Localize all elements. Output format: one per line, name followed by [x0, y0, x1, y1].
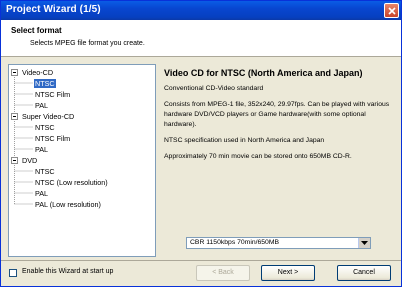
cancel-button[interactable]: Cancel [337, 265, 391, 281]
tree-item-label: DVD [22, 156, 38, 165]
tree-item[interactable]: NTSC [34, 78, 56, 89]
enable-wizard-label: Enable this Wizard at start up [22, 268, 114, 275]
tree-item-label: PAL [35, 101, 49, 110]
format-title: Video CD for NTSC (North America and Jap… [164, 68, 363, 78]
title-bar[interactable]: Project Wizard (1/5) [1, 1, 401, 20]
window-title: Project Wizard (1/5) [6, 4, 101, 15]
tree-item-label: NTSC Film [35, 90, 71, 99]
project-wizard-window: Project Wizard (1/5) Select format Selec… [0, 0, 402, 287]
description-line: Conventional CD-Video standard [164, 85, 264, 92]
tree-item-label: NTSC (Low resolution) [35, 178, 108, 187]
tree-item[interactable]: NTSC Film [34, 133, 71, 144]
enable-wizard-checkbox[interactable] [9, 269, 17, 277]
tree-item[interactable]: NTSC (Low resolution) [34, 177, 109, 188]
collapse-icon[interactable] [11, 69, 18, 76]
tree-item[interactable]: PAL (Low resolution) [34, 199, 102, 210]
next-button[interactable]: Next > [261, 265, 315, 281]
tree-item[interactable]: PAL [34, 188, 49, 199]
tree-item[interactable]: NTSC [34, 166, 56, 177]
tree-item[interactable]: NTSC Film [34, 89, 71, 100]
tree-item[interactable]: Super Video-CD [21, 111, 75, 122]
description-line: Consists from MPEG-1 file, 352x240, 29.9… [164, 101, 390, 128]
tree-item[interactable]: PAL [34, 100, 49, 111]
step-subtitle: Selects MPEG file format you create. [30, 40, 145, 47]
description-line: NTSC specification used in North America… [164, 137, 325, 144]
description-line: Approximately 70 min movie can be stored… [164, 153, 352, 160]
back-button[interactable]: < Back [196, 265, 250, 281]
tree-item-label: NTSC Film [35, 134, 71, 143]
close-icon [388, 7, 396, 15]
tree-item-label: PAL [35, 189, 49, 198]
collapse-icon[interactable] [11, 113, 18, 120]
tree-item-label: NTSC [35, 123, 55, 132]
tree-item-label: PAL (Low resolution) [35, 200, 101, 209]
tree-item[interactable]: DVD [21, 155, 38, 166]
tree-item-label: Super Video-CD [22, 112, 75, 121]
tree-item[interactable]: Video-CD [21, 67, 54, 78]
chevron-down-icon [361, 241, 368, 245]
tree-item-label: NTSC [35, 167, 55, 176]
close-button[interactable] [384, 3, 399, 18]
collapse-icon[interactable] [11, 157, 18, 164]
tree-item[interactable]: PAL [34, 144, 49, 155]
dropdown-button[interactable] [358, 238, 370, 248]
tree-item-label: Video-CD [22, 68, 54, 77]
tree-item-label: PAL [35, 145, 49, 154]
format-description-panel: Video CD for NTSC (North America and Jap… [164, 64, 394, 257]
format-tree[interactable]: Video-CD NTSC NTSC Film PAL Super Video-CD NT… [8, 64, 156, 257]
header-panel: Select format Selects MPEG file format y… [1, 20, 401, 57]
step-title: Select format [11, 26, 62, 35]
tree-item-label: NTSC [34, 79, 56, 88]
tree-item[interactable]: NTSC [34, 122, 56, 133]
bitrate-select-value: CBR 1150kbps 70min/650MB [190, 239, 280, 246]
footer-divider [1, 260, 401, 261]
bitrate-select[interactable]: CBR 1150kbps 70min/650MB [186, 237, 371, 249]
